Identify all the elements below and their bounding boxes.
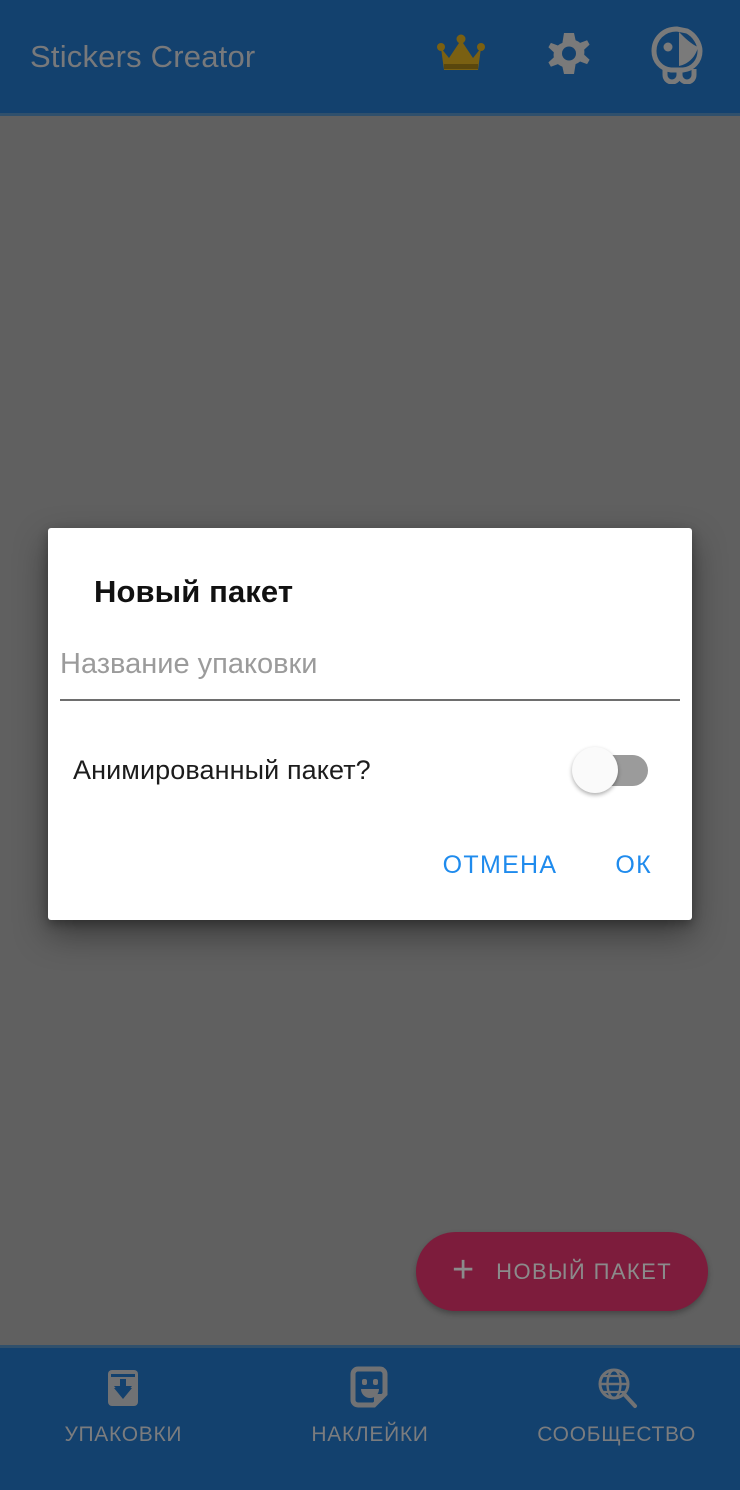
pack-name-field [60,648,680,701]
sticker-smiley-icon [346,1364,394,1412]
app-bar: Stickers Creator [0,0,740,113]
pack-name-underline [60,699,680,701]
mascot-button[interactable] [646,26,708,88]
nav-label-community: СООБЩЕСТВО [537,1423,697,1446]
premium-crown-button[interactable] [430,26,492,88]
dialog-actions: ОТМЕНА ОК [48,793,692,920]
package-download-icon [99,1364,147,1412]
dialog-title: Новый пакет [94,574,294,609]
new-pack-fab-label: НОВЫЙ ПАКЕТ [496,1258,673,1284]
bottom-navigation: УПАКОВКИ НАКЛЕЙКИ СООБЩЕСТВО [0,1348,740,1490]
cancel-button[interactable]: ОТМЕНА [421,839,580,892]
nav-item-community[interactable]: СООБЩЕСТВО [493,1364,740,1447]
pack-name-input[interactable] [60,648,680,699]
gear-icon [543,29,595,84]
plus-icon: + [451,1249,475,1291]
new-pack-fab[interactable]: + НОВЫЙ ПАКЕТ [416,1232,708,1311]
nav-label-packs: УПАКОВКИ [64,1423,183,1446]
nav-label-stickers: НАКЛЕЙКИ [311,1423,429,1446]
bird-mascot-icon [649,26,705,87]
animated-pack-label: Анимированный пакет? [73,754,371,785]
app-screen: Stickers Creator + НОВЫЙ ПАКЕТ УПАКОВКИ … [0,0,740,1490]
animated-pack-toggle[interactable] [572,747,650,793]
app-bar-actions [430,26,708,88]
new-pack-dialog: Новый пакет Анимированный пакет? ОТМЕНА … [48,528,692,920]
settings-button[interactable] [538,26,600,88]
app-title: Stickers Creator [30,38,256,74]
toggle-knob [572,747,618,793]
animated-pack-row: Анимированный пакет? [48,701,692,793]
nav-item-stickers[interactable]: НАКЛЕЙКИ [247,1364,494,1447]
ok-button[interactable]: ОК [593,839,674,892]
crown-icon [435,32,487,81]
nav-item-packs[interactable]: УПАКОВКИ [0,1364,247,1447]
globe-search-icon [593,1364,641,1412]
